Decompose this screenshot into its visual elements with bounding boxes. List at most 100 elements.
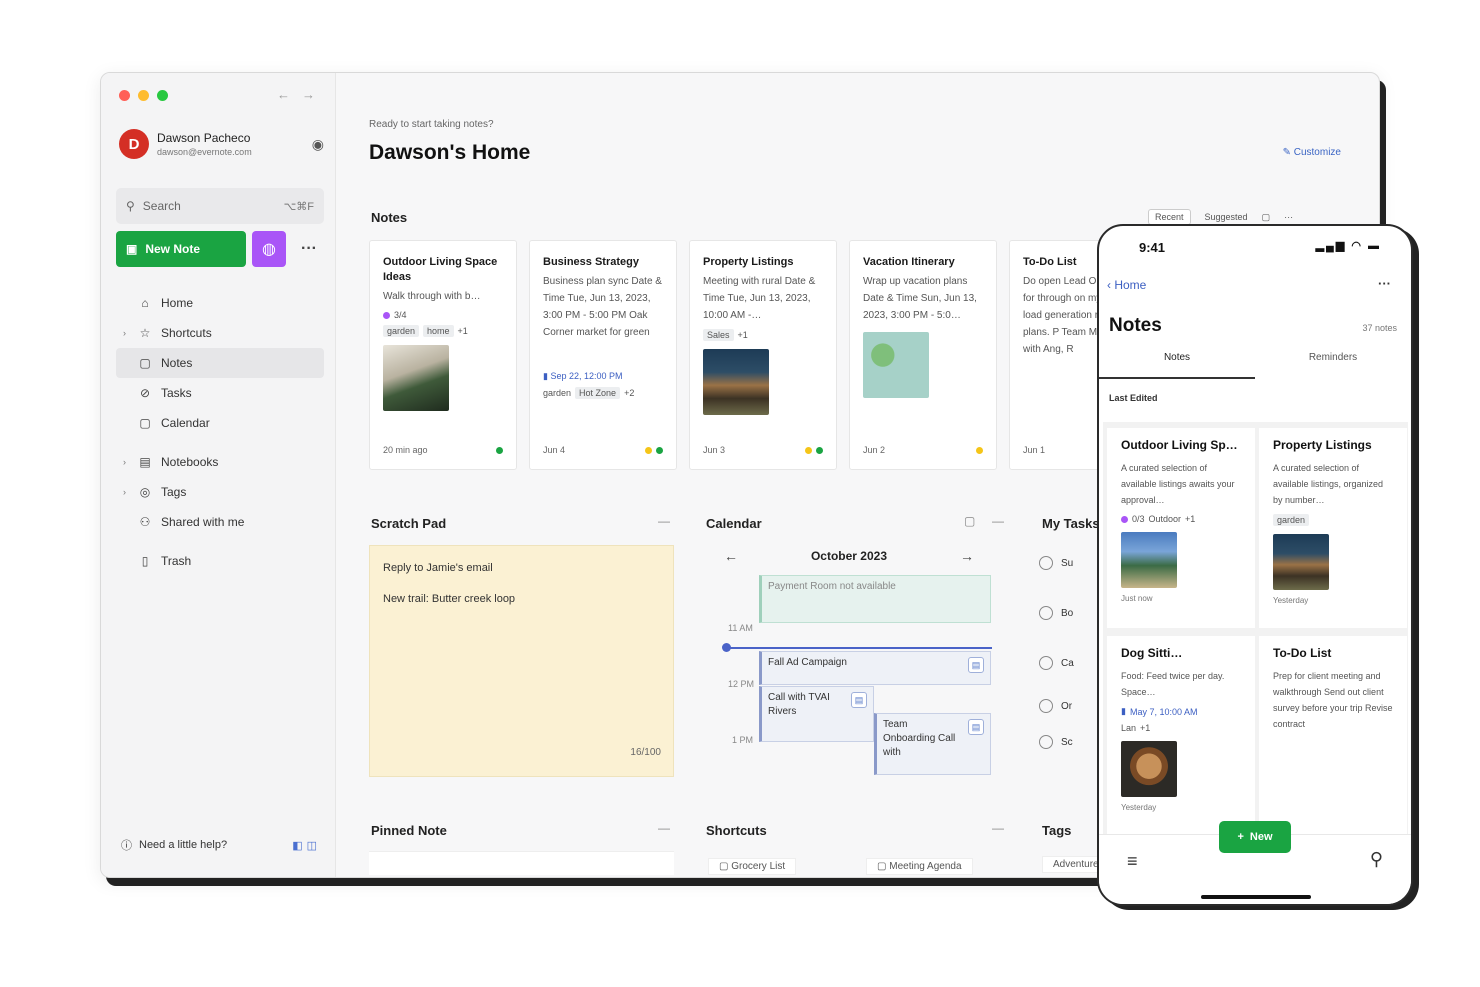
sidebar-item-home[interactable]: ⌂ Home: [116, 288, 324, 318]
sidebar-item-trash[interactable]: ▯ Trash: [116, 546, 324, 576]
task-icon: [383, 311, 390, 319]
sidebar-item-notes[interactable]: ▢ Notes: [116, 348, 324, 378]
note-thumbnail: [1121, 741, 1177, 797]
search-icon[interactable]: ⚲: [1370, 849, 1383, 870]
sidebar-item-notebooks[interactable]: › ▤ Notebooks: [116, 447, 324, 477]
close-window-button[interactable]: [119, 90, 130, 101]
sidebar-item-shared[interactable]: ⚇ Shared with me: [116, 507, 324, 537]
mobile-tabs: Notes Reminders: [1099, 352, 1411, 379]
chevron-right-icon[interactable]: ›: [123, 457, 126, 467]
scratch-pad-menu[interactable]: —: [658, 514, 670, 528]
task-item[interactable]: Bo: [1039, 588, 1099, 638]
task-checkbox[interactable]: [1039, 556, 1053, 570]
pinned-note-card[interactable]: [369, 851, 674, 875]
calendar-event[interactable]: Call with TVAI Rivers ▤: [759, 686, 874, 742]
chevron-right-icon[interactable]: ›: [123, 328, 126, 338]
forward-arrow-icon[interactable]: →: [302, 87, 327, 102]
task-item[interactable]: Or: [1039, 688, 1099, 724]
note-card[interactable]: Vacation Itinerary Wrap up vacation plan…: [849, 240, 997, 470]
new-note-button[interactable]: ▣ New Note: [116, 231, 246, 267]
note-link-icon[interactable]: ▤: [968, 719, 984, 735]
shared-icon: [816, 446, 823, 454]
task-item[interactable]: Ca: [1039, 638, 1099, 688]
maximize-window-button[interactable]: [157, 90, 168, 101]
task-label: Bo: [1061, 607, 1074, 619]
notification-icon[interactable]: ◉: [312, 136, 324, 153]
more-options-button[interactable]: ···: [1378, 276, 1391, 291]
menu-icon[interactable]: ≡: [1127, 851, 1138, 872]
task-item[interactable]: Su: [1039, 538, 1099, 588]
back-button[interactable]: ‹ Home: [1107, 278, 1146, 292]
event-title: Call with TVAI Rivers: [768, 692, 830, 717]
shortcuts-menu[interactable]: —: [992, 821, 1004, 835]
note-preview: A curated selection of available listing…: [1121, 463, 1235, 505]
note-title: Outdoor Living Sp…: [1121, 438, 1238, 452]
search-placeholder: Search: [142, 199, 181, 213]
minimize-window-button[interactable]: [138, 90, 149, 101]
task-checkbox[interactable]: [1039, 606, 1053, 620]
note-card[interactable]: Outdoor Living Sp… A curated selection o…: [1107, 428, 1255, 628]
more-options-button[interactable]: ···: [292, 231, 326, 267]
new-note-label: New Note: [145, 242, 201, 256]
tab-notes[interactable]: Notes: [1099, 352, 1255, 379]
tag-chip: Sales: [703, 329, 734, 341]
tab-recent[interactable]: Recent: [1148, 209, 1191, 225]
note-card[interactable]: Property Listings A curated selection of…: [1259, 428, 1407, 628]
shortcut-label: Grocery List: [731, 861, 786, 872]
note-card[interactable]: Property Listings Meeting with rural Dat…: [689, 240, 837, 470]
back-arrow-icon[interactable]: ←: [277, 87, 302, 102]
note-date: Yesterday: [1273, 596, 1309, 605]
account-switcher[interactable]: D Dawson Pacheco dawson@evernote.com ◉: [119, 129, 324, 159]
shortcut-item[interactable]: ▢ Grocery List: [708, 858, 797, 875]
sidebar-item-tasks[interactable]: ⊘ Tasks: [116, 378, 324, 408]
mobile-device: 9:41 ▂▄▆ ◠ ▬ ‹ Home ··· Notes 37 notes N…: [1097, 224, 1413, 906]
notes-carousel: Outdoor Living Space Ideas Walk through …: [369, 240, 1157, 470]
calendar-event[interactable]: Team Onboarding Call with ▤: [874, 713, 991, 775]
shortcut-item[interactable]: ▢ Meeting Agenda: [866, 858, 973, 875]
sidebar-item-tags[interactable]: › ◎ Tags: [116, 477, 324, 507]
calendar-sync-icon[interactable]: ▢: [964, 514, 975, 528]
prev-month-icon[interactable]: ←: [724, 548, 738, 564]
note-card[interactable]: Dog Sitti… Food: Feed twice per day. Spa…: [1107, 636, 1255, 842]
help-link[interactable]: ⓘ Need a little help? ◧◫: [121, 837, 321, 853]
sidebar-item-calendar[interactable]: ▢ Calendar: [116, 408, 324, 438]
task-checkbox[interactable]: [1039, 735, 1053, 749]
calendar-event[interactable]: Fall Ad Campaign ▤: [759, 651, 991, 685]
task-checkbox[interactable]: [1039, 656, 1053, 670]
next-month-icon[interactable]: →: [960, 548, 974, 564]
task-icon: [1121, 515, 1128, 523]
note-date: Jun 4: [543, 445, 566, 455]
sidebar-item-label: Shared with me: [161, 515, 245, 529]
pinned-note-menu[interactable]: —: [658, 821, 670, 835]
search-input[interactable]: ⚲ Search ⌥⌘F: [116, 188, 324, 224]
note-title: Dog Sitti…: [1121, 646, 1183, 660]
note-card[interactable]: Outdoor Living Space Ideas Walk through …: [369, 240, 517, 470]
customize-button[interactable]: ✎ Customize: [1283, 147, 1341, 158]
new-note-small-icon[interactable]: ▢: [1262, 212, 1271, 223]
scratch-pad[interactable]: Reply to Jamie's email New trail: Butter…: [369, 545, 674, 777]
stage: ←→ D Dawson Pacheco dawson@evernote.com …: [0, 0, 1480, 987]
calendar-menu[interactable]: —: [992, 514, 1004, 528]
more-icon[interactable]: ···: [1284, 212, 1293, 222]
sidebar-item-shortcuts[interactable]: › ☆ Shortcuts: [116, 318, 324, 348]
tab-suggested[interactable]: Suggested: [1205, 212, 1248, 222]
tab-reminders[interactable]: Reminders: [1255, 352, 1411, 379]
chevron-right-icon[interactable]: ›: [123, 487, 126, 497]
task-item[interactable]: Sc: [1039, 724, 1099, 760]
note-link-icon[interactable]: ▤: [968, 657, 984, 673]
status-time: 9:41: [1139, 240, 1166, 255]
task-label: Or: [1061, 700, 1073, 712]
note-card[interactable]: Business Strategy Business plan sync Dat…: [529, 240, 677, 470]
sync-status-icon[interactable]: ◧◫: [292, 839, 321, 852]
task-label: Sc: [1061, 736, 1073, 748]
sort-label[interactable]: Last Edited: [1109, 393, 1158, 403]
note-card[interactable]: To-Do List Prep for client meeting and w…: [1259, 636, 1407, 842]
new-note-button[interactable]: + New: [1219, 821, 1291, 853]
tasks-heading: My Tasks: [1042, 516, 1100, 531]
note-link-icon[interactable]: ▤: [851, 692, 867, 708]
calendar-event[interactable]: Payment Room not available: [759, 575, 991, 623]
note-date: Jun 2: [863, 445, 886, 455]
task-checkbox[interactable]: [1039, 699, 1053, 713]
pinned-note-heading: Pinned Note: [371, 823, 447, 838]
ai-assistant-button[interactable]: ◍: [252, 231, 286, 267]
